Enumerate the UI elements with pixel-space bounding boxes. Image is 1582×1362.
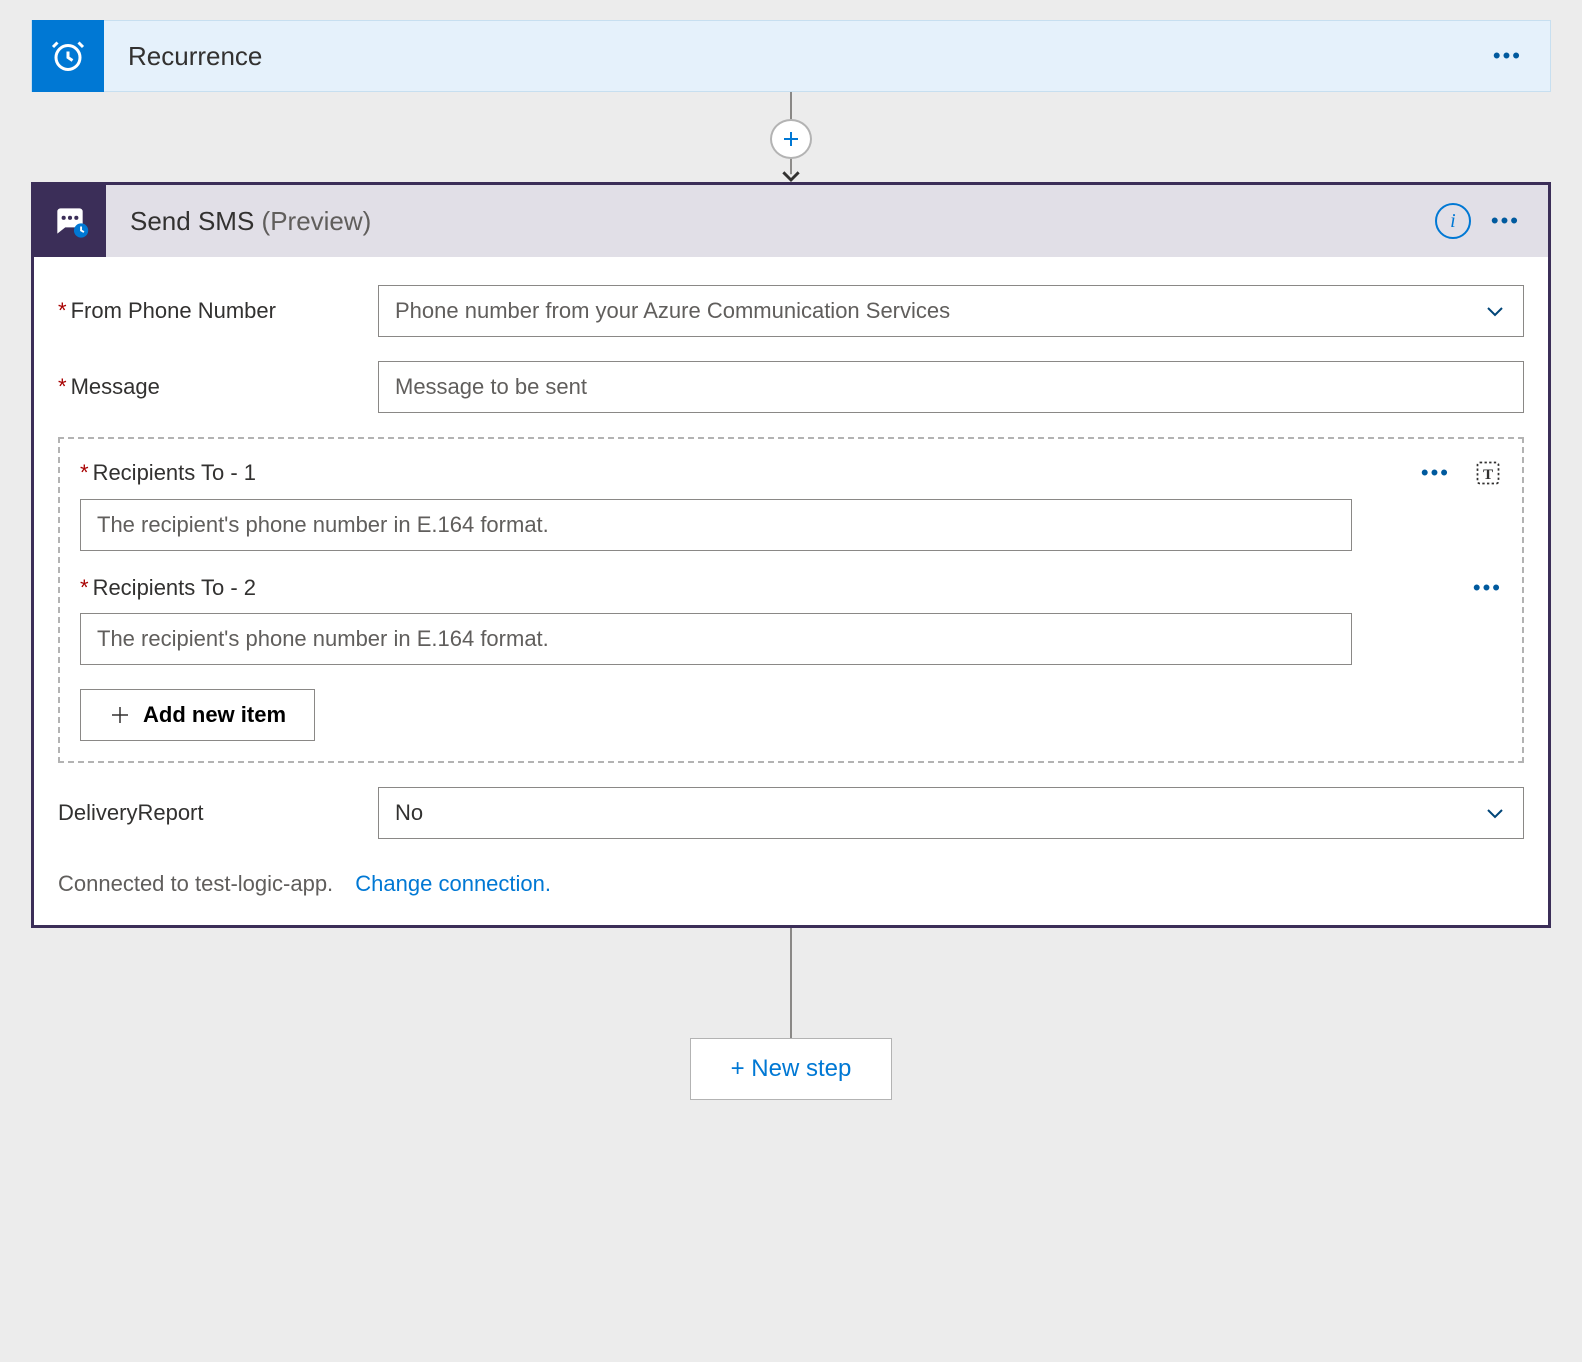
required-asterisk: * bbox=[58, 298, 67, 323]
recipient-item: *Recipients To - 1 ••• T bbox=[80, 459, 1502, 551]
bottom-connector: + New step bbox=[31, 928, 1551, 1100]
from-phone-placeholder: Phone number from your Azure Communicati… bbox=[395, 298, 950, 324]
delivery-report-value: No bbox=[395, 800, 423, 826]
chat-icon bbox=[51, 202, 89, 240]
arrow-down-icon bbox=[779, 157, 803, 182]
message-input[interactable] bbox=[378, 361, 1524, 413]
message-row: *Message bbox=[58, 361, 1524, 413]
message-label: *Message bbox=[58, 374, 378, 400]
insert-step-button[interactable] bbox=[770, 119, 812, 159]
delivery-report-row: DeliveryReport No bbox=[58, 787, 1524, 839]
recurrence-title: Recurrence bbox=[104, 41, 1465, 72]
connector-line bbox=[790, 928, 792, 1038]
clock-icon bbox=[50, 38, 86, 74]
svg-text:T: T bbox=[1483, 466, 1493, 483]
chevron-down-icon bbox=[1483, 299, 1507, 323]
sms-title-text: Send SMS bbox=[130, 206, 254, 236]
required-asterisk: * bbox=[80, 460, 89, 485]
send-sms-card: Send SMS (Preview) i ••• *From Phone Num… bbox=[31, 182, 1551, 928]
recipient-label: *Recipients To - 1 bbox=[80, 460, 1421, 486]
from-phone-row: *From Phone Number Phone number from you… bbox=[58, 285, 1524, 337]
send-sms-header[interactable]: Send SMS (Preview) i ••• bbox=[34, 185, 1548, 257]
connection-text: Connected to test-logic-app. bbox=[58, 871, 333, 896]
recurrence-icon-box bbox=[32, 20, 104, 92]
plus-icon bbox=[781, 129, 801, 149]
connection-row: Connected to test-logic-app. Change conn… bbox=[58, 871, 1524, 897]
change-connection-link[interactable]: Change connection. bbox=[355, 871, 551, 896]
delivery-report-label: DeliveryReport bbox=[58, 800, 378, 826]
recipient-input[interactable] bbox=[80, 499, 1352, 551]
delivery-report-select[interactable]: No bbox=[378, 787, 1524, 839]
recipient-label: *Recipients To - 2 bbox=[80, 575, 1473, 601]
recurrence-menu-button[interactable]: ••• bbox=[1465, 43, 1550, 69]
from-phone-label: *From Phone Number bbox=[58, 298, 378, 324]
recurrence-card[interactable]: Recurrence ••• bbox=[31, 20, 1551, 92]
recipient-menu-button[interactable]: ••• bbox=[1473, 575, 1502, 601]
recipient-menu-button[interactable]: ••• bbox=[1421, 460, 1450, 486]
required-asterisk: * bbox=[80, 575, 89, 600]
recipients-box: *Recipients To - 1 ••• T bbox=[58, 437, 1524, 763]
recipient-input[interactable] bbox=[80, 613, 1352, 665]
sms-icon-box bbox=[34, 185, 106, 257]
connector-plus bbox=[31, 92, 1551, 182]
connector-line bbox=[790, 92, 792, 119]
sms-preview-badge: (Preview) bbox=[262, 206, 372, 236]
from-phone-select[interactable]: Phone number from your Azure Communicati… bbox=[378, 285, 1524, 337]
info-icon: i bbox=[1450, 210, 1456, 233]
new-step-button[interactable]: + New step bbox=[690, 1038, 893, 1100]
required-asterisk: * bbox=[58, 374, 67, 399]
text-mode-icon[interactable]: T bbox=[1474, 459, 1502, 487]
chevron-down-icon bbox=[1483, 801, 1507, 825]
info-button[interactable]: i bbox=[1435, 203, 1471, 239]
plus-icon bbox=[109, 704, 131, 726]
send-sms-title: Send SMS (Preview) bbox=[106, 206, 1435, 237]
sms-menu-button[interactable]: ••• bbox=[1491, 208, 1520, 234]
add-new-item-button[interactable]: Add new item bbox=[80, 689, 315, 741]
add-item-label: Add new item bbox=[143, 702, 286, 728]
recipient-item: *Recipients To - 2 ••• bbox=[80, 575, 1502, 665]
